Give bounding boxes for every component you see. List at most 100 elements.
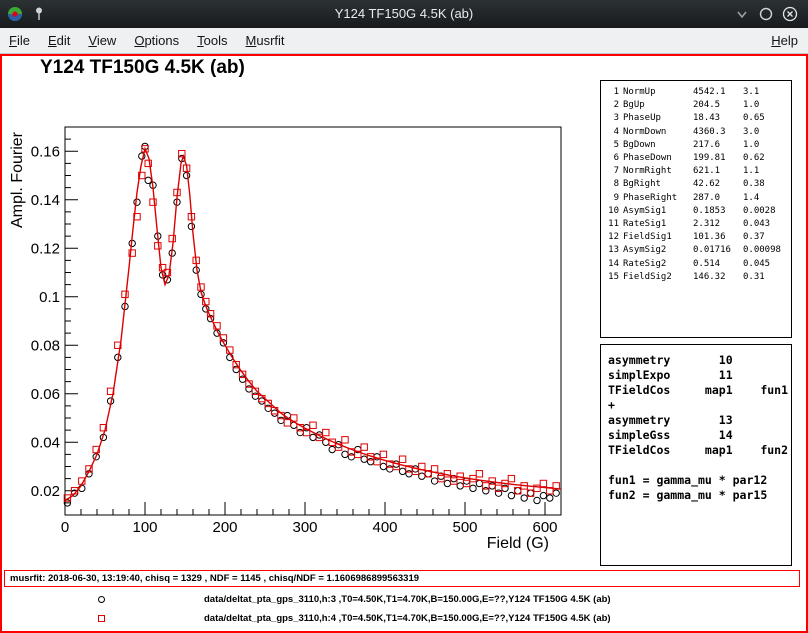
fit-parameter-row: 1NormUp4542.13.1 — [607, 86, 791, 99]
fit-parameter-row: 11RateSig12.3120.043 — [607, 218, 791, 231]
stat-val: 18.43 — [693, 112, 739, 125]
x-tick-label: 600 — [532, 519, 557, 536]
menu-item-file[interactable]: File — [0, 28, 39, 53]
stat-err: 0.043 — [743, 218, 791, 231]
stat-val: 0.1853 — [693, 205, 739, 218]
legend-entry: data/deltat_pta_gps_3110,h:4 ,T0=4.50K,T… — [2, 612, 806, 628]
stat-n: 11 — [607, 218, 619, 231]
x-tick-label: 200 — [212, 519, 237, 536]
stat-err: 0.38 — [743, 178, 791, 191]
stat-err: 0.045 — [743, 258, 791, 271]
fit-parameter-row: 5BgDown217.61.0 — [607, 139, 791, 152]
stat-n: 8 — [607, 178, 619, 191]
stat-err: 1.4 — [743, 192, 791, 205]
stat-n: 5 — [607, 139, 619, 152]
stat-name: BgRight — [623, 178, 689, 191]
fit-parameter-row: 2 BgUp 204.5 1.0 — [607, 99, 791, 112]
menu-item-tools[interactable]: Tools — [188, 28, 236, 53]
theory-text: asymmetry 10 simplExpo 11 TFieldCos map1… — [608, 353, 791, 503]
fit-parameter-row: 12FieldSig1101.360.37 — [607, 231, 791, 244]
stat-name: AsymSig1 — [623, 205, 689, 218]
stat-n: 6 — [607, 152, 619, 165]
stat-err: 0.00098 — [743, 244, 791, 257]
stat-n: 9 — [607, 192, 619, 205]
stat-n: 12 — [607, 231, 619, 244]
fit-parameter-row: 4 NormDown 4360.3 3.0 — [607, 126, 791, 139]
stat-n: 1 — [607, 86, 619, 99]
y-tick-label: 0.08 — [31, 337, 60, 354]
stat-val: 0.514 — [693, 258, 739, 271]
stat-name: PhaseUp — [623, 112, 689, 125]
fit-parameters-box[interactable]: 1NormUp4542.13.12BgUp204.51.03PhaseUp18.… — [600, 80, 792, 338]
fit-parameter-row: 6PhaseDown199.810.62 — [607, 152, 791, 165]
y-tick-label: 0.14 — [31, 192, 60, 209]
stat-val: 204.5 — [693, 99, 739, 112]
stat-val: 146.32 — [693, 271, 739, 284]
stat-val: 2.312 — [693, 218, 739, 231]
y-tick-label: 0.1 — [39, 289, 60, 306]
stat-name: AsymSig2 — [623, 244, 689, 257]
titlebar[interactable]: Y124 TF150G 4.5K (ab) — [0, 0, 808, 28]
fit-status-bar: musrfit: 2018-06-30, 13:19:40, chisq = 1… — [4, 570, 800, 587]
stat-val: 42.62 — [693, 178, 739, 191]
stat-err: 0.37 — [743, 231, 791, 244]
circle-marker-icon — [98, 596, 105, 603]
stat-err: 0.62 — [743, 152, 791, 165]
stat-n: 13 — [607, 244, 619, 257]
menu-item-help[interactable]: Help — [761, 28, 808, 53]
menu-item-edit[interactable]: Edit — [39, 28, 79, 53]
stat-n: 14 — [607, 258, 619, 271]
shade-icon[interactable] — [734, 6, 750, 22]
stat-name: BgUp — [623, 99, 689, 112]
theory-box[interactable]: asymmetry 10 simplExpo 11 TFieldCos map1… — [600, 344, 792, 566]
stat-name: BgDown — [623, 139, 689, 152]
stat-name: NormDown — [623, 126, 689, 139]
fit-line — [65, 149, 561, 501]
fit-parameter-row: 15FieldSig2146.320.31 — [607, 271, 791, 284]
menu-item-view[interactable]: View — [79, 28, 125, 53]
x-tick-label: 300 — [292, 519, 317, 536]
y-tick-label: 0.02 — [31, 483, 60, 500]
stat-err: 1.1 — [743, 165, 791, 178]
x-tick-label: 0 — [61, 519, 69, 536]
legend-entry: data/deltat_pta_gps_3110,h:3 ,T0=4.50K,T… — [2, 593, 806, 609]
stat-name: NormUp — [623, 86, 689, 99]
menu-item-options[interactable]: Options — [125, 28, 188, 53]
y-tick-label: 0.04 — [31, 434, 60, 451]
y-axis-title: Ampl. Fourier — [9, 131, 26, 228]
menubar-left: FileEditViewOptionsToolsMusrfit — [0, 28, 294, 53]
fourier-plot[interactable]: 0100200300400500600Field (G)0.020.040.06… — [2, 56, 598, 568]
stat-err: 3.0 — [743, 126, 791, 139]
stat-val: 4360.3 — [693, 126, 739, 139]
maximize-icon[interactable] — [758, 6, 774, 22]
fit-parameter-row: 13AsymSig20.017160.00098 — [607, 244, 791, 257]
stat-val: 101.36 — [693, 231, 739, 244]
x-axis-title: Field (G) — [487, 535, 549, 552]
window-title: Y124 TF150G 4.5K (ab) — [0, 0, 808, 28]
close-icon[interactable] — [782, 6, 798, 22]
series-h3 — [64, 143, 559, 506]
menu-item-musrfit[interactable]: Musrfit — [237, 28, 294, 53]
fit-status-text: musrfit: 2018-06-30, 13:19:40, chisq = 1… — [10, 573, 419, 584]
x-tick-label: 400 — [372, 519, 397, 536]
y-axis: 0.020.040.060.080.10.120.140.16Ampl. Fou… — [9, 127, 78, 515]
stat-err: 1.0 — [743, 99, 791, 112]
stat-n: 4 — [607, 126, 619, 139]
stat-name: PhaseRight — [623, 192, 689, 205]
x-axis: 0100200300400500600Field (G) — [61, 502, 561, 552]
plot-frame — [65, 127, 561, 515]
stat-n: 10 — [607, 205, 619, 218]
stat-err: 1.0 — [743, 139, 791, 152]
stat-n: 15 — [607, 271, 619, 284]
stat-val: 621.1 — [693, 165, 739, 178]
root-canvas: Y124 TF150G 4.5K (ab) 010020030040050060… — [0, 54, 808, 633]
x-tick-label: 100 — [132, 519, 157, 536]
y-tick-label: 0.06 — [31, 386, 60, 403]
stat-name: FieldSig2 — [623, 271, 689, 284]
fit-parameter-row: 9PhaseRight287.01.4 — [607, 192, 791, 205]
fit-parameter-row: 7NormRight621.11.1 — [607, 165, 791, 178]
stat-n: 2 — [607, 99, 619, 112]
legend-entry-text: data/deltat_pta_gps_3110,h:3 ,T0=4.50K,T… — [204, 594, 611, 605]
fit-parameter-row: 8 BgRight 42.62 0.38 — [607, 178, 791, 191]
stat-name: NormRight — [623, 165, 689, 178]
